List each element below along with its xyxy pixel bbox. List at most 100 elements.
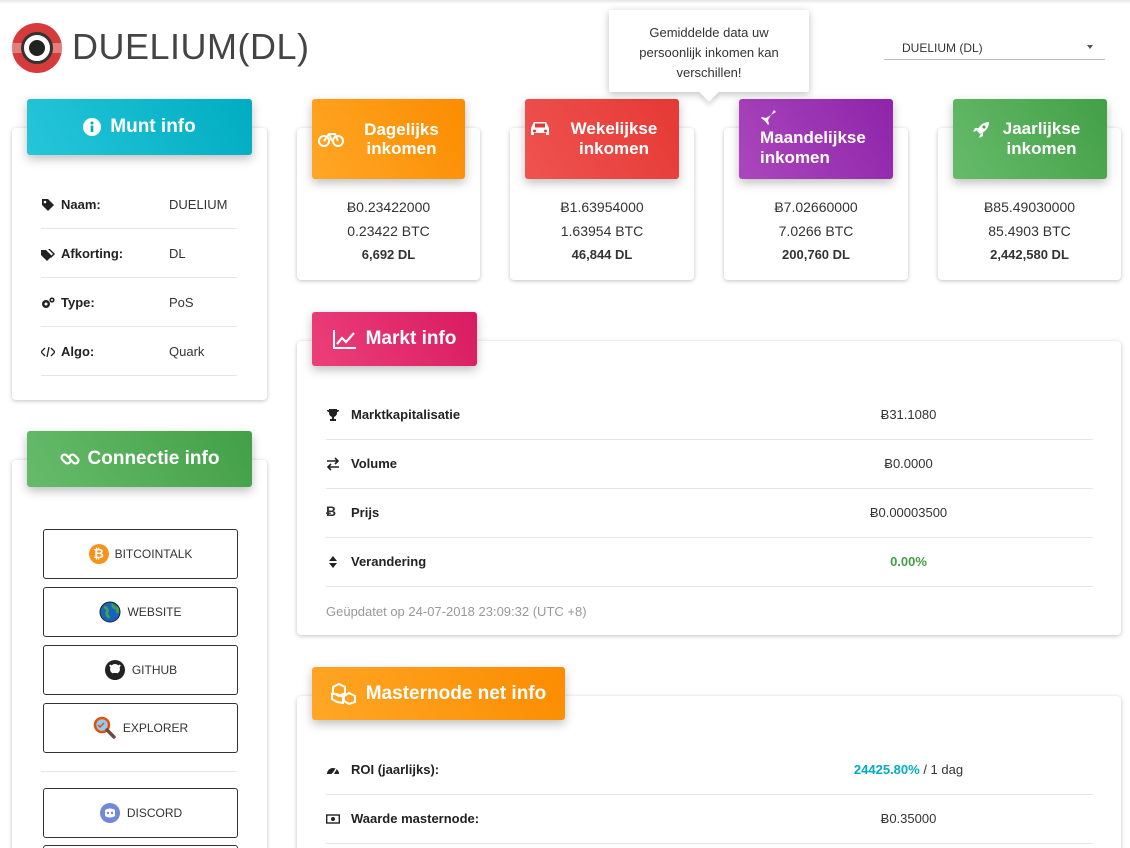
munt-info-label: Type: <box>61 295 95 310</box>
markt-row-verandering: Verandering 0.00% <box>326 538 1093 587</box>
bitcointalk-button[interactable]: ₿ BITCOINTALK <box>43 529 238 579</box>
markt-row-value: Ƀ31.1080 <box>880 407 937 422</box>
explorer-label: EXPLORER <box>122 721 189 735</box>
income-btc-symbol: Ƀ1.63954000 <box>560 199 644 215</box>
income-coins: 6,692 DL <box>361 247 416 262</box>
tags-icon <box>41 249 55 261</box>
github-icon <box>104 660 125 680</box>
page-title: DUELIUM(DL) <box>72 26 310 67</box>
markt-row-value: Ƀ0.00003500 <box>869 505 948 520</box>
munt-info-row-naam: Naam: DUELIUM <box>41 180 237 229</box>
munt-info-header: Munt info <box>27 99 252 155</box>
website-button[interactable]: WEBSITE <box>43 587 238 637</box>
income-coins: 2,442,580 DL <box>990 247 1069 262</box>
github-button[interactable]: GITHUB <box>43 645 238 695</box>
info-icon <box>83 118 102 136</box>
discord-icon <box>99 803 120 823</box>
markt-row-value: Ƀ0.0000 <box>884 456 933 471</box>
roi-suffix: / 1 dag <box>919 762 964 777</box>
income-coins: 46,844 DL <box>571 247 633 262</box>
markt-row-volume: Volume Ƀ0.0000 <box>326 440 1093 489</box>
jaarlijkse-income-header: Jaarlijkse inkomen <box>953 99 1107 179</box>
dagelijks-income-header: Dagelijks inkomen <box>312 99 465 179</box>
discord-button[interactable]: DISCORD <box>43 788 238 838</box>
markt-row-label: Verandering <box>351 554 427 569</box>
chevron-down-icon <box>1087 45 1093 49</box>
markt-info-title: Markt info <box>365 328 457 349</box>
discord-label: DISCORD <box>126 806 183 820</box>
line-chart-icon <box>332 330 356 349</box>
income-btc: 7.0266 BTC <box>778 223 854 239</box>
markt-row-label: Volume <box>351 456 397 471</box>
munt-info-row-algo: Algo: Quark <box>41 327 237 376</box>
btc-icon: Ƀ <box>326 503 337 519</box>
cogs-icon <box>42 297 55 308</box>
top-shadow <box>0 0 1130 4</box>
connectie-info-header: Connectie info <box>27 431 252 487</box>
income-title: Jaarlijkse inkomen <box>1002 119 1081 158</box>
income-btc: 0.23422 BTC <box>347 223 430 239</box>
income-btc: 1.63954 BTC <box>560 223 644 239</box>
masternode-row-roi: ROI (jaarlijks): 24425.80% / 1 dag <box>326 746 1093 795</box>
masternode-row-label: ROI (jaarlijks): <box>351 762 440 777</box>
munt-info-label: Afkorting: <box>61 246 124 261</box>
masternode-row-value: 24425.80% / 1 dag <box>826 746 991 794</box>
markt-row-label: Marktkapitalisatie <box>351 407 461 422</box>
markt-row-value: 0.00% <box>890 554 927 569</box>
income-btc-symbol: Ƀ7.02660000 <box>774 199 858 215</box>
plane-icon <box>761 110 776 125</box>
coin-select[interactable]: DUELIUM (DL) <box>884 36 1105 60</box>
income-coins: 200,760 DL <box>782 247 850 262</box>
dashboard-icon <box>327 768 339 776</box>
link-icon <box>60 453 80 465</box>
connectie-info-title: Connectie info <box>87 448 220 469</box>
bitcointalk-label: BITCOINTALK <box>114 547 193 561</box>
masternode-info-header: Masternode net info <box>312 667 565 720</box>
wekelijkse-income-header: Wekelijkse inkomen <box>525 99 679 179</box>
trophy-icon <box>327 409 339 421</box>
income-btc-symbol: Ƀ0.23422000 <box>346 199 431 215</box>
munt-info-label: Algo: <box>61 344 95 359</box>
globe-icon <box>99 601 121 623</box>
munt-info-value: DL <box>169 246 186 261</box>
sort-icon <box>329 556 337 568</box>
coin-select-value: DUELIUM (DL) <box>902 41 983 55</box>
income-title: Wekelijkse inkomen <box>570 119 658 158</box>
income-title: Dagelijks inkomen <box>364 120 439 158</box>
rocket-icon <box>973 122 989 138</box>
munt-info-title: Munt info <box>110 116 196 137</box>
masternode-row-label: Waarde masternode: <box>351 811 480 826</box>
connectie-divider <box>41 771 237 772</box>
munt-info-value: Quark <box>169 344 205 359</box>
bicycle-icon <box>318 133 344 147</box>
exchange-icon <box>326 457 340 471</box>
munt-info-row-afkorting: Afkorting: DL <box>41 229 237 278</box>
explorer-button[interactable]: EXPLORER <box>43 703 238 753</box>
markt-updated-text: Geüpdatet op 24-07-2018 23:09:32 (UTC +8… <box>326 604 587 619</box>
github-label: GITHUB <box>131 663 178 677</box>
munt-info-row-type: Type: PoS <box>41 278 237 327</box>
tooltip-text: Gemiddelde data uw persoonlijk inkomen k… <box>639 25 779 80</box>
munt-info-value: PoS <box>169 295 194 310</box>
markt-row-label: Prijs <box>351 505 380 520</box>
website-label: WEBSITE <box>127 605 182 619</box>
munt-info-value: DUELIUM <box>169 197 228 212</box>
masternode-row-value: Ƀ0.35000 <box>880 811 937 826</box>
car-icon <box>530 122 549 135</box>
bitcoin-icon: ₿ <box>88 544 109 564</box>
masternode-info-title: Masternode net info <box>365 682 547 704</box>
magnifier-icon <box>93 716 116 739</box>
markt-row-marktkapitalisatie: Marktkapitalisatie Ƀ31.1080 <box>326 391 1093 440</box>
code-icon <box>41 346 55 358</box>
coin-logo <box>12 23 62 73</box>
markt-info-header: Markt info <box>312 312 477 366</box>
maandelijkse-income-header: Maandelijkse inkomen <box>739 99 893 179</box>
income-btc: 85.4903 BTC <box>988 223 1071 239</box>
munt-info-label: Naam: <box>61 197 101 212</box>
income-tooltip: Gemiddelde data uw persoonlijk inkomen k… <box>609 10 809 102</box>
income-title: Maandelijkse inkomen <box>760 128 866 167</box>
roi-percentage: 24425.80% <box>853 762 920 777</box>
masternode-row-waarde: Waarde masternode: Ƀ0.35000 <box>326 795 1093 844</box>
cubes-icon <box>330 682 356 705</box>
tag-icon <box>42 199 54 211</box>
